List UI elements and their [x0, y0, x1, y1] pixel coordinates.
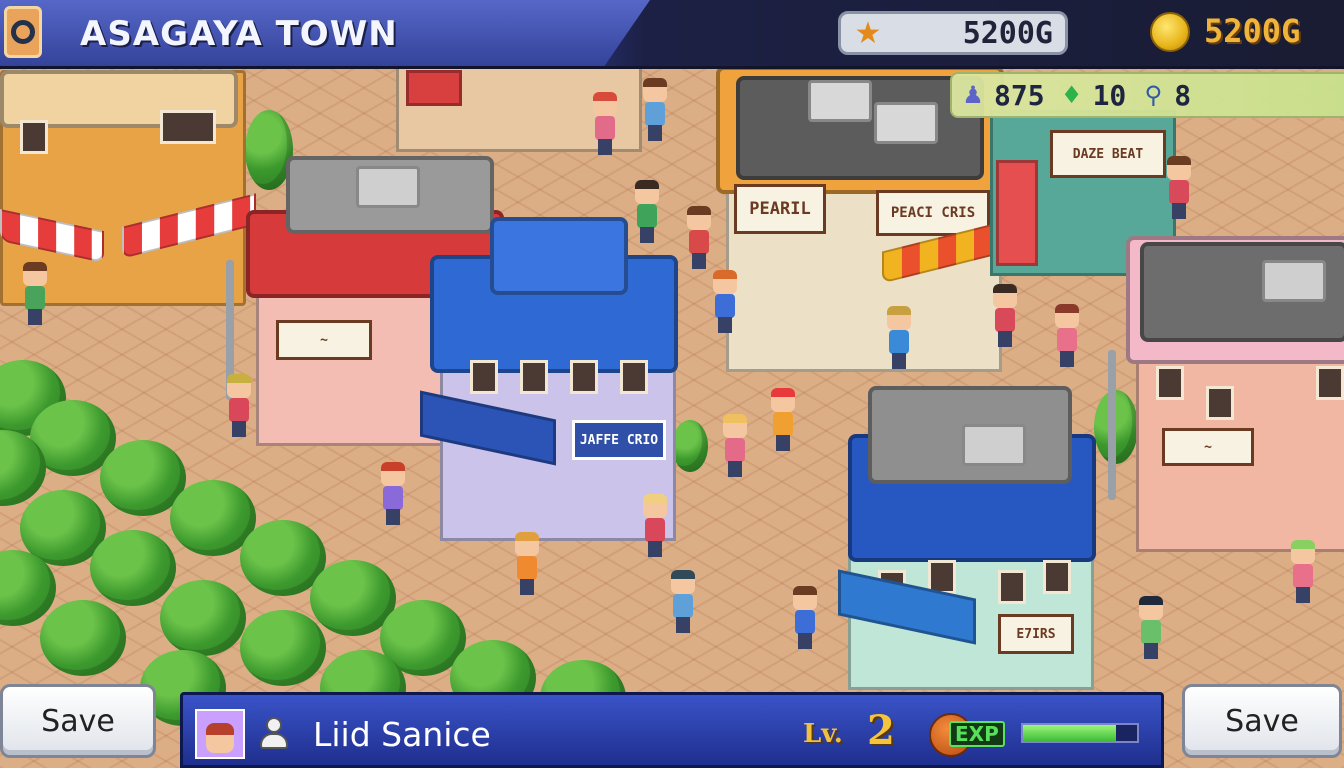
- population-value: 875: [994, 78, 1045, 112]
- player-portrait[interactable]: [195, 709, 245, 759]
- townsperson[interactable]: [710, 270, 740, 334]
- townsperson[interactable]: [1288, 540, 1318, 604]
- building-mint-house[interactable]: E7IRS: [838, 384, 1098, 694]
- tree: [240, 610, 326, 686]
- user-icon: [257, 715, 291, 751]
- townsperson[interactable]: [632, 180, 662, 244]
- star-icon: ★: [854, 15, 882, 51]
- top-bar: ASAGAYA TOWN ★ 5200G 5200G: [0, 0, 1344, 69]
- funds-value: 5200G: [962, 15, 1053, 51]
- townsperson[interactable]: [512, 532, 542, 596]
- tree: [160, 580, 246, 656]
- level-value: 2: [867, 707, 895, 754]
- pink-store-sign: ~: [1162, 428, 1254, 466]
- coin-icon: [1150, 12, 1190, 52]
- gems-value: 10: [1092, 78, 1127, 112]
- townsperson[interactable]: [1052, 304, 1082, 368]
- townsperson[interactable]: [20, 262, 50, 326]
- teal-shop-sign: DAZE BEAT: [1050, 130, 1166, 178]
- funds-badge[interactable]: ★ 5200G: [838, 11, 1068, 55]
- map-points-value: 8: [1174, 78, 1192, 112]
- exp-progress-bar: [1021, 723, 1139, 743]
- save-button-left[interactable]: Save: [0, 684, 156, 758]
- player-status-bar: Liid Sanice Lv. 2 EXP: [180, 692, 1164, 768]
- gem-icon: ♦: [1060, 81, 1083, 109]
- townsperson[interactable]: [768, 388, 798, 452]
- town-name: ASAGAYA TOWN: [80, 14, 398, 54]
- exp-progress-fill: [1023, 725, 1117, 741]
- save-button-right[interactable]: Save: [1182, 684, 1342, 758]
- street-lamp: [1108, 350, 1116, 500]
- townsperson[interactable]: [640, 494, 670, 558]
- population-icon: ♟: [962, 81, 984, 109]
- townsperson[interactable]: [884, 306, 914, 370]
- gold-value: 5200G: [1204, 12, 1301, 50]
- townsperson[interactable]: [720, 414, 750, 478]
- fashion-shop-sign: JAFFE CRIO: [572, 420, 666, 460]
- menu-ring-icon: [11, 20, 35, 44]
- townsperson[interactable]: [1136, 596, 1166, 660]
- tree: [40, 600, 126, 676]
- townsperson[interactable]: [684, 206, 714, 270]
- player-name: Liid Sanice: [313, 715, 491, 754]
- mint-house-sign: E7IRS: [998, 614, 1074, 654]
- building-pink-store[interactable]: ~: [1126, 236, 1344, 556]
- townsperson[interactable]: [590, 92, 620, 156]
- exp-label: EXP: [949, 721, 1005, 747]
- tree: [90, 530, 176, 606]
- map-pin-icon: ⚲: [1144, 81, 1163, 109]
- stats-bar[interactable]: ♟ 875 ♦ 10 ⚲ 8: [950, 72, 1344, 118]
- cafe-sign: PEARIL: [734, 184, 826, 234]
- townsperson[interactable]: [990, 284, 1020, 348]
- townsperson[interactable]: [668, 570, 698, 634]
- townsperson[interactable]: [1164, 156, 1194, 220]
- level-label: Lv.: [803, 719, 843, 749]
- townsperson[interactable]: [640, 78, 670, 142]
- menu-button[interactable]: [4, 6, 42, 58]
- townsperson[interactable]: [378, 462, 408, 526]
- townsperson[interactable]: [790, 586, 820, 650]
- townsperson[interactable]: [224, 374, 254, 438]
